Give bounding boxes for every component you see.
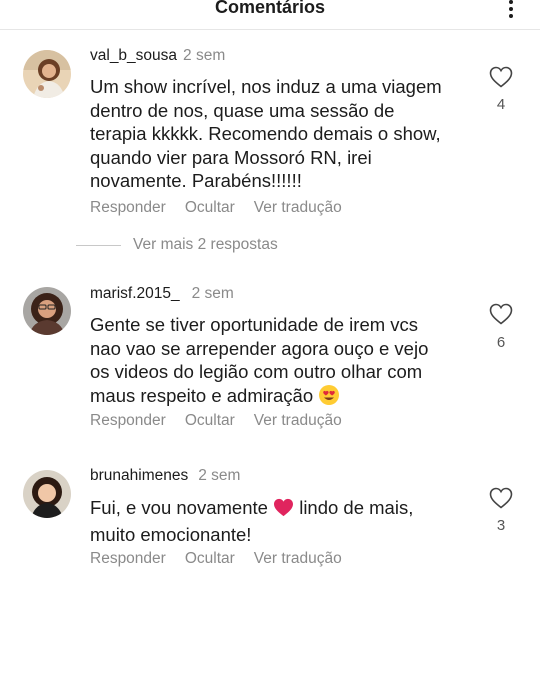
hide-button[interactable]: Ocultar: [185, 550, 235, 567]
like-count: 4: [496, 96, 506, 113]
comment-line-text: lindo de mais,: [299, 497, 414, 518]
comment-line: novamente. Parabéns!!!!!!: [90, 170, 302, 191]
more-vertical-icon[interactable]: [506, 0, 516, 22]
red-heart-emoji-icon: [273, 498, 294, 523]
comment-text: Um show incrível, nos induz a uma viagem…: [90, 75, 470, 193]
translate-button[interactable]: Ver tradução: [254, 199, 342, 216]
comment-line: quando vier para Mossoró RN, irei: [90, 146, 372, 168]
reply-button[interactable]: Responder: [90, 199, 166, 216]
translate-button[interactable]: Ver tradução: [254, 412, 342, 429]
comment-line: Fui, e vou novamente lindo de mais,: [90, 496, 470, 523]
avatar[interactable]: [23, 470, 71, 518]
comment-actions: Responder Ocultar Ver tradução: [90, 199, 361, 217]
comment-line-text: Fui, e vou novamente: [90, 497, 268, 518]
reply-button[interactable]: Responder: [90, 412, 166, 429]
like-count: 6: [496, 334, 506, 351]
comments-header: Comentários: [0, 0, 540, 30]
username[interactable]: marisf.2015_: [90, 285, 180, 302]
comment-text: Fui, e vou novamente lindo de mais, muit…: [90, 496, 470, 546]
comment-text: Gente se tiver oportunidade de irem vcs …: [90, 313, 470, 411]
comment-meta: val_b_sousa 2 sem: [90, 47, 225, 65]
comment-line: dentro de nos, quase uma sessão de: [90, 99, 395, 121]
hide-button[interactable]: Ocultar: [185, 199, 235, 216]
comment-line: os videos do legião com outro olhar com: [90, 361, 423, 382]
comment-line: maus respeito e admiração: [90, 384, 470, 412]
hide-button[interactable]: Ocultar: [185, 412, 235, 429]
translate-button[interactable]: Ver tradução: [254, 550, 342, 567]
heart-outline-icon[interactable]: [489, 303, 513, 325]
heart-outline-icon[interactable]: [489, 66, 513, 88]
avatar[interactable]: [23, 287, 71, 335]
reply-button[interactable]: Responder: [90, 550, 166, 567]
comment-meta: marisf.2015_ 2 sem: [90, 285, 234, 303]
comment-line-text: maus respeito e admiração: [90, 384, 314, 406]
username[interactable]: val_b_sousa: [90, 47, 177, 64]
username[interactable]: brunahimenes: [90, 467, 188, 484]
comment-line: Gente se tiver oportunidade de irem vcs: [90, 314, 419, 335]
timestamp: 2 sem: [183, 47, 226, 64]
comment-line: nao vao se arrepender agora ouço e vejo: [90, 337, 429, 359]
comment-line: terapia kkkkk. Recomendo demais o show,: [90, 123, 441, 144]
view-more-replies-label: Ver mais 2 respostas: [133, 236, 278, 253]
comment-actions: Responder Ocultar Ver tradução: [90, 412, 361, 430]
heart-eyes-emoji-icon: [318, 384, 340, 412]
heart-outline-icon[interactable]: [489, 487, 513, 509]
timestamp: 2 sem: [198, 467, 241, 484]
like-count: 3: [496, 517, 506, 534]
page-title: Comentários: [214, 0, 326, 17]
comment-actions: Responder Ocultar Ver tradução: [90, 550, 361, 568]
comment-line: muito emocionante!: [90, 523, 252, 545]
divider-line: [76, 245, 121, 246]
comment-meta: brunahimenes 2 sem: [90, 467, 240, 485]
timestamp: 2 sem: [191, 285, 234, 302]
comment-line: Um show incrível, nos induz a uma viagem: [90, 76, 442, 97]
avatar[interactable]: [23, 50, 71, 98]
